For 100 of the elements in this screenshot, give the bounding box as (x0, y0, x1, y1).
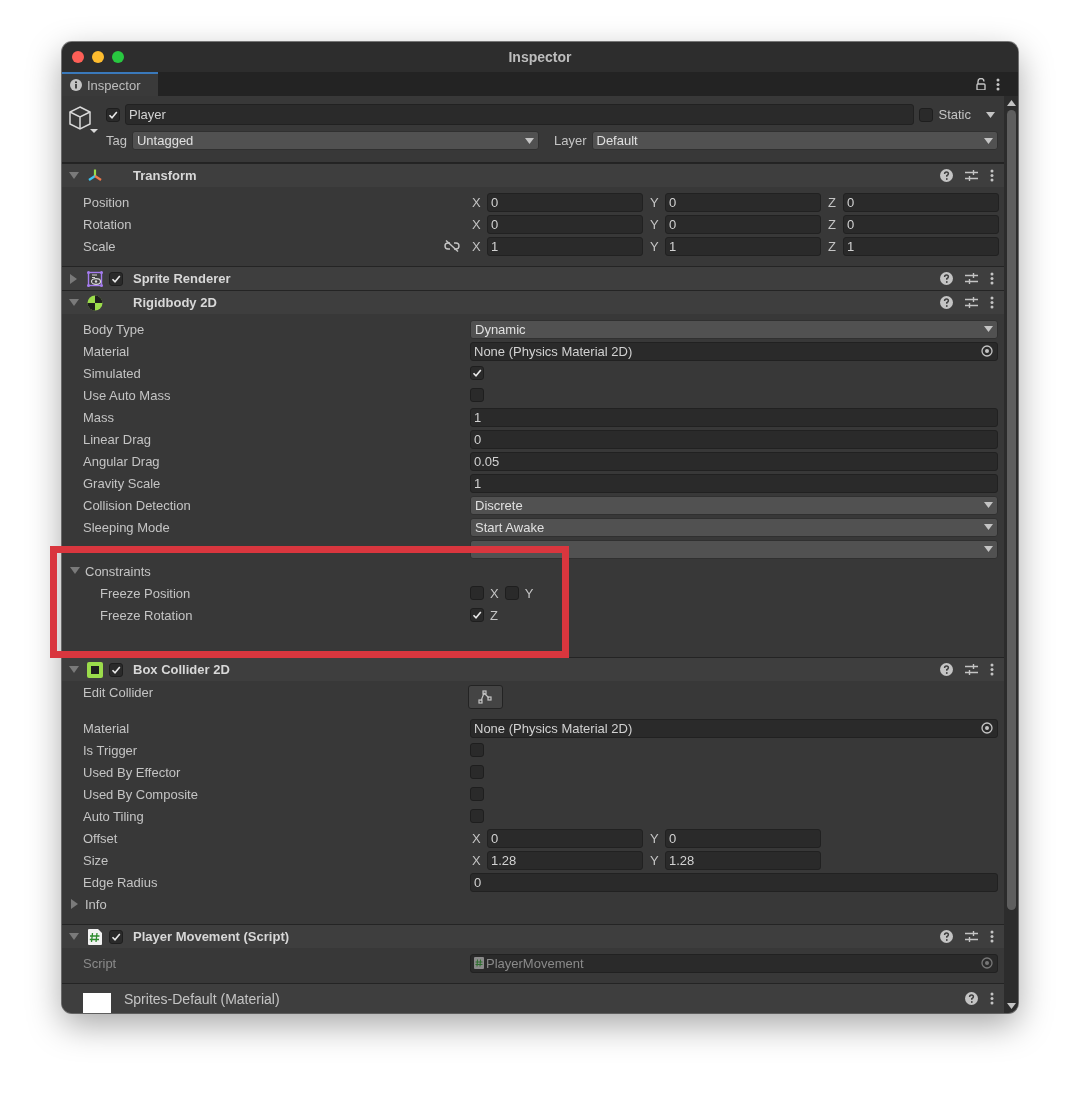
number-field[interactable]: 0 (665, 828, 821, 848)
tag-dropdown[interactable]: Untagged (131, 131, 539, 150)
axis-label: Y (649, 852, 660, 868)
number-field[interactable]: 0 (487, 214, 643, 234)
number-field[interactable]: 1 (487, 236, 643, 256)
window-title: Inspector (508, 49, 572, 65)
number-field[interactable]: 0.05 (470, 451, 998, 471)
object-field[interactable]: None (Physics Material 2D) (470, 341, 998, 361)
checkbox[interactable] (470, 809, 484, 823)
component-header[interactable]: Rigidbody 2D (62, 290, 1004, 314)
checkbox[interactable] (470, 765, 484, 779)
enable-checkbox[interactable] (109, 929, 123, 944)
field-label: Sleeping Mode (83, 519, 170, 535)
checkbox[interactable] (470, 608, 484, 622)
help-icon[interactable] (940, 169, 953, 182)
checkbox[interactable] (470, 586, 484, 600)
dropdown[interactable]: Discrete (470, 495, 998, 515)
field-label: Material (83, 720, 130, 736)
axis-label: X (471, 238, 482, 254)
dropdown[interactable]: Start Awake (470, 517, 998, 537)
component-header[interactable]: Sprite Renderer (62, 266, 1004, 290)
material-swatch[interactable] (83, 993, 111, 1013)
static-checkbox[interactable] (919, 107, 934, 122)
caret-icon[interactable] (69, 273, 79, 284)
checkbox[interactable] (470, 388, 484, 402)
scroll-thumb[interactable] (1006, 110, 1016, 910)
more-icon[interactable] (990, 930, 994, 943)
enable-checkbox[interactable] (109, 662, 123, 677)
checkbox[interactable] (470, 743, 484, 757)
checkbox[interactable] (470, 787, 484, 801)
dropdown[interactable] (470, 539, 998, 559)
field-label: Freeze Position (100, 585, 191, 601)
number-field[interactable]: 1.28 (665, 850, 821, 870)
component-header[interactable]: Player Movement (Script) (62, 924, 1004, 948)
active-checkbox[interactable] (106, 107, 120, 122)
field-label: Use Auto Mass (83, 387, 171, 403)
axis-label: Z (827, 216, 837, 232)
component-header[interactable]: Box Collider 2D (62, 657, 1004, 681)
caret-icon[interactable] (70, 899, 80, 909)
name-field[interactable]: Player (125, 104, 915, 125)
edit-collider-button[interactable] (468, 685, 503, 709)
number-field[interactable]: 1 (470, 473, 998, 493)
lock-icon[interactable] (976, 78, 986, 90)
enable-checkbox[interactable] (109, 271, 123, 286)
axis-label: X (471, 830, 482, 846)
target-icon[interactable] (981, 722, 993, 734)
help-icon[interactable] (940, 296, 953, 309)
help-icon[interactable] (940, 930, 953, 943)
number-field[interactable]: 1.28 (487, 850, 643, 870)
number-field[interactable]: 0 (487, 828, 643, 848)
layer-dropdown[interactable]: Default (591, 131, 998, 150)
inspector-tab[interactable]: Inspector (62, 72, 159, 96)
caret-icon[interactable] (69, 170, 79, 181)
more-icon[interactable] (990, 169, 994, 182)
caret-icon[interactable] (70, 566, 80, 576)
number-field[interactable]: 1 (843, 236, 999, 256)
more-icon[interactable] (990, 663, 994, 676)
number-field[interactable]: 0 (487, 192, 643, 212)
checkbox[interactable] (470, 366, 484, 380)
number-field[interactable]: 0 (843, 214, 999, 234)
more-icon[interactable] (990, 992, 994, 1005)
axis-label: Z (827, 238, 837, 254)
scrollbar[interactable] (1004, 96, 1018, 1013)
minimize-button[interactable] (92, 51, 104, 63)
scroll-down-icon[interactable] (1006, 1003, 1016, 1009)
caret-icon[interactable] (69, 297, 79, 308)
more-icon[interactable] (990, 272, 994, 285)
target-icon[interactable] (981, 345, 993, 357)
checkbox[interactable] (504, 586, 519, 600)
more-icon[interactable] (990, 296, 994, 309)
field-label: Used By Effector (83, 764, 181, 780)
help-icon[interactable] (965, 992, 978, 1005)
component-header[interactable]: Transform (62, 163, 1004, 187)
number-field[interactable]: 1 (470, 407, 998, 427)
number-field[interactable]: 0 (665, 192, 821, 212)
help-icon[interactable] (940, 663, 953, 676)
number-field[interactable]: 1 (665, 236, 821, 256)
sliders-icon[interactable] (965, 930, 978, 943)
caret-icon[interactable] (69, 931, 79, 942)
unlink-icon[interactable] (444, 240, 460, 252)
field-label: Used By Composite (83, 786, 198, 802)
more-icon[interactable] (996, 77, 1000, 91)
number-field[interactable]: 0 (470, 872, 998, 892)
sliders-icon[interactable] (965, 169, 978, 182)
dropdown[interactable]: Dynamic (470, 319, 998, 339)
sliders-icon[interactable] (965, 296, 978, 309)
number-field[interactable]: 0 (665, 214, 821, 234)
caret-icon (984, 326, 993, 332)
caret-icon[interactable] (69, 664, 79, 675)
cube-icon[interactable] (68, 104, 100, 136)
sliders-icon[interactable] (965, 272, 978, 285)
close-button[interactable] (72, 51, 84, 63)
number-field[interactable]: 0 (470, 429, 998, 449)
axis-label: Y (524, 585, 534, 601)
object-field[interactable]: None (Physics Material 2D) (470, 718, 998, 738)
scroll-up-icon[interactable] (1006, 100, 1016, 106)
sliders-icon[interactable] (965, 663, 978, 676)
number-field[interactable]: 0 (843, 192, 999, 212)
zoom-button[interactable] (112, 51, 124, 63)
help-icon[interactable] (940, 272, 953, 285)
